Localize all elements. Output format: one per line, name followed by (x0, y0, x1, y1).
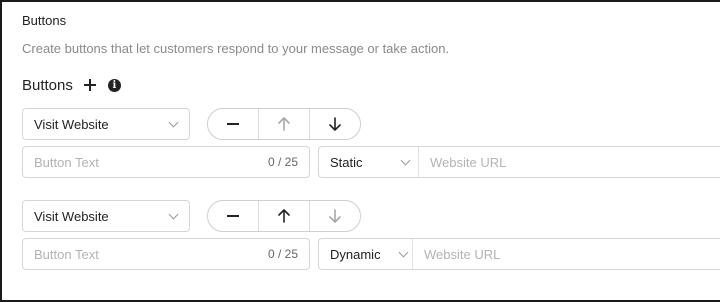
button-text-placeholder: Button Text (34, 246, 99, 262)
reorder-controls-2 (207, 200, 361, 232)
url-group-1: Static Website URL (318, 146, 720, 178)
arrow-down-icon (329, 117, 341, 131)
url-type-value: Dynamic (330, 246, 381, 262)
url-type-select-2[interactable]: Dynamic (319, 239, 413, 269)
move-down-button[interactable] (309, 109, 360, 139)
arrow-up-icon (278, 209, 290, 223)
button-text-placeholder: Button Text (34, 154, 99, 170)
chevron-down-icon (168, 209, 179, 220)
button-type-value: Visit Website (34, 208, 109, 224)
buttons-header: Buttons i (22, 76, 121, 94)
move-up-button[interactable] (258, 109, 309, 139)
website-url-input-2[interactable]: Website URL (413, 247, 500, 262)
character-counter: 0 / 25 (267, 247, 298, 261)
chevron-down-icon (400, 155, 411, 166)
move-up-button[interactable] (258, 201, 309, 231)
remove-button[interactable] (208, 201, 258, 231)
button-type-select-2[interactable]: Visit Website (22, 200, 190, 232)
remove-button[interactable] (208, 109, 258, 139)
button-text-input-1[interactable]: Button Text 0 / 25 (22, 146, 310, 178)
character-counter: 0 / 25 (267, 155, 298, 169)
chevron-down-icon (168, 117, 179, 128)
minus-icon (227, 215, 239, 217)
button-text-input-2[interactable]: Button Text 0 / 25 (22, 238, 310, 270)
url-type-select-1[interactable]: Static (319, 147, 419, 177)
website-url-placeholder: Website URL (430, 154, 507, 170)
plus-icon[interactable] (83, 79, 96, 91)
website-url-input-1[interactable]: Website URL (419, 155, 506, 170)
info-icon[interactable]: i (107, 78, 121, 92)
buttons-label: Buttons (22, 76, 73, 94)
minus-icon (227, 123, 239, 125)
button-type-select-1[interactable]: Visit Website (22, 108, 190, 140)
buttons-panel: Buttons Create buttons that let customer… (0, 0, 720, 302)
button-type-value: Visit Website (34, 116, 109, 132)
reorder-controls-1 (207, 108, 361, 140)
arrow-up-icon (278, 117, 290, 131)
section-description: Create buttons that let customers respon… (22, 41, 450, 56)
url-type-value: Static (330, 154, 363, 170)
move-down-button[interactable] (309, 201, 360, 231)
website-url-placeholder: Website URL (424, 246, 501, 262)
info-glyph: i (112, 79, 117, 91)
chevron-down-icon (398, 247, 409, 258)
arrow-down-icon (329, 209, 341, 223)
section-title: Buttons (22, 13, 67, 28)
url-group-2: Dynamic Website URL (318, 238, 720, 270)
